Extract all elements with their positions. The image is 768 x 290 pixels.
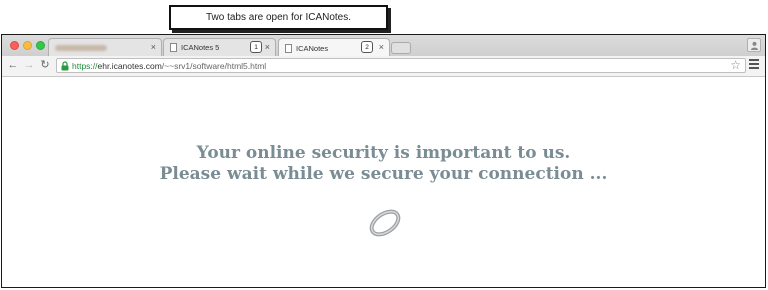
close-window-button[interactable] [10,41,19,50]
security-message-line1: Your online security is important to us. [196,143,571,163]
tab-blurred-label [55,44,107,51]
tab-number-badge: 1 [250,41,262,53]
page-content: Your online security is important to us.… [2,77,765,287]
forward-button[interactable]: → [22,58,36,72]
zoom-window-button[interactable] [36,41,45,50]
annotation-callout: Two tabs are open for ICANotes. [169,5,388,30]
back-button[interactable]: ← [6,58,20,72]
profile-button[interactable] [747,38,761,52]
tab-icanotes-5[interactable]: ICANotes 5 1 × [163,38,276,56]
profile-icon [750,41,758,50]
tab-label: ICANotes 5 [181,43,220,52]
tab-close-button[interactable]: × [379,42,384,52]
tab-close-button[interactable]: × [265,42,270,52]
url-path: /~~srv1/software/html5.html [161,60,267,71]
loading-ring-icon [369,209,401,237]
page-icon [170,43,177,52]
minimize-window-button[interactable] [23,41,32,50]
tab-icanotes[interactable]: ICANotes 2 × [278,38,390,57]
reload-button[interactable]: ↻ [38,58,52,72]
tab-blurred[interactable]: × [48,38,162,56]
menu-icon[interactable] [749,59,759,71]
tab-label: ICANotes [296,43,329,53]
tab-number-badge: 2 [361,41,373,53]
tab-close-button[interactable]: × [151,42,156,52]
lock-icon [61,60,69,70]
annotation-text: Two tabs are open for ICANotes. [205,12,352,23]
url-host: ehr.icanotes.com [97,60,162,71]
security-message-line2: Please wait while we secure your connect… [159,164,608,184]
address-bar[interactable]: https:// ehr.icanotes.com /~~srv1/softwa… [56,58,746,73]
url-scheme: https:// [72,60,98,71]
tab-bar: × ICANotes 5 1 × ICANotes 2 × [2,35,765,57]
new-tab-button[interactable] [391,42,411,54]
browser-window: × ICANotes 5 1 × ICANotes 2 × ← → ↻ http… [1,34,766,288]
page-icon [285,43,292,53]
bookmark-star-icon[interactable]: ☆ [730,58,741,72]
browser-toolbar: ← → ↻ https:// ehr.icanotes.com /~~srv1/… [2,56,765,77]
